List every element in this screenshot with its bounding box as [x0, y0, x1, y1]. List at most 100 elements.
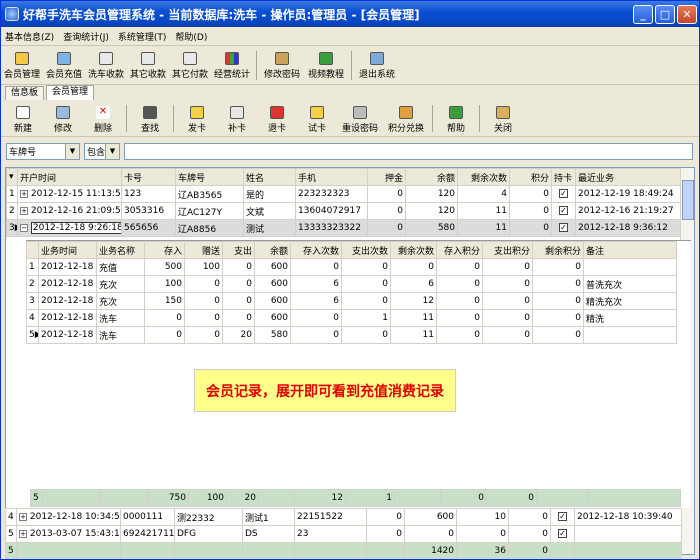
other-expense-button[interactable]: 其它付款 — [169, 47, 211, 84]
column-header[interactable]: 卡号 — [121, 168, 176, 186]
column-header[interactable]: 余额 — [254, 241, 291, 259]
detail-row[interactable]: 3 2012-12-18 9 充次 150 0 0 600 6 0 12 0 0 0 精洗充次 — [26, 292, 677, 310]
detail-row[interactable]: 2 2012-12-18 9 充次 100 0 0 600 6 0 6 0 0 0 普洗充次 — [26, 275, 677, 293]
row-indicator[interactable]: 5 — [5, 525, 17, 543]
row-indicator[interactable]: 1 — [6, 185, 18, 203]
holding-checkbox[interactable]: ✓ — [559, 189, 568, 198]
table-row[interactable]: 2 + 2012-12-16 21:09:56 3053316 辽AC127Y … — [6, 202, 683, 220]
table-row[interactable]: 5 + 2013-03-07 15:43:13 69242171107S DFG… — [5, 525, 682, 543]
find-button[interactable]: 查找 — [130, 101, 170, 136]
column-header[interactable]: 业务时间 — [38, 241, 97, 259]
scroll-thumb[interactable] — [682, 180, 694, 220]
column-header[interactable]: 支出 — [222, 241, 255, 259]
change-password-button[interactable]: 修改密码 — [260, 47, 304, 84]
return-card-button[interactable]: 退卡 — [257, 101, 297, 136]
row-indicator[interactable]: 4 — [5, 508, 17, 526]
close-door-icon — [496, 106, 510, 119]
table-row[interactable]: 1 + 2012-12-15 11:13:56 123 辽AB3565 是的 2… — [6, 185, 683, 203]
video-tutorial-button[interactable]: 视频教程 — [304, 47, 348, 84]
business-stats-button[interactable]: 经营统计 — [211, 47, 253, 84]
filter-op-select[interactable]: 包含 ▼ — [84, 142, 120, 160]
column-header[interactable]: 押金 — [367, 168, 406, 186]
points-redeem-button[interactable]: 积分兑换 — [383, 101, 429, 136]
delete-button[interactable]: ✕ 删除 — [83, 101, 123, 136]
card-test-icon — [310, 106, 324, 119]
member-recharge-button[interactable]: 会员充值 — [43, 47, 85, 84]
expand-icon[interactable]: + — [20, 189, 28, 198]
wash-payment-button[interactable]: 洗车收款 — [85, 47, 127, 84]
column-header[interactable]: 剩余积分 — [532, 241, 584, 259]
menu-basic-info[interactable]: 基本信息(Z) — [5, 30, 54, 43]
chevron-down-icon[interactable]: ▼ — [65, 143, 79, 159]
new-document-icon — [16, 106, 30, 119]
column-header[interactable]: 存入积分 — [436, 241, 483, 259]
edit-button[interactable]: 修改 — [43, 101, 83, 136]
chevron-down-icon[interactable]: ▼ — [105, 143, 119, 159]
maximize-button[interactable]: □ — [655, 4, 675, 24]
new-button[interactable]: 新建 — [3, 101, 43, 136]
holding-checkbox[interactable]: ✓ — [558, 529, 567, 538]
issue-card-button[interactable]: 发卡 — [177, 101, 217, 136]
transaction-table: 业务时间 业务名称 存入 赠送 支出 余额 存入次数 支出次数 剩余次数 存入积… — [26, 241, 677, 344]
menu-query-stats[interactable]: 查询统计(J) — [63, 30, 109, 43]
tab-bar: 信息板 会员管理 — [1, 85, 699, 100]
row-indicator[interactable]: 3▶ — [6, 219, 18, 237]
annotation-callout: 会员记录，展开即可看到充值消费记录 — [194, 369, 456, 412]
filter-field-select[interactable]: 车牌号 ▼ — [6, 142, 80, 160]
card-issue-icon — [190, 106, 204, 119]
minimize-button[interactable]: _ — [633, 4, 653, 24]
menu-system[interactable]: 系统管理(T) — [118, 30, 167, 43]
detail-row[interactable]: 5▶2012-12-18 9洗车00205800011000 — [26, 326, 677, 344]
column-header[interactable]: 积分 — [509, 168, 552, 186]
exit-system-button[interactable]: 退出系统 — [355, 47, 399, 84]
close-button[interactable]: ✕ — [677, 4, 697, 24]
detail-row[interactable]: 4 2012-12-18 9 洗车 0 0 0 600 0 1 11 0 0 0 精洗 — [26, 309, 677, 327]
expand-icon[interactable]: + — [19, 529, 27, 538]
chart-icon — [225, 52, 239, 65]
holding-checkbox[interactable]: ✓ — [558, 512, 567, 521]
expand-icon[interactable]: + — [20, 206, 28, 215]
member-manage-button[interactable]: 会员管理 — [1, 47, 43, 84]
column-header[interactable]: 剩余次数 — [457, 168, 510, 186]
member-toolbar: 新建 修改 ✕ 删除 查找 发卡 补卡 退卡 试卡 重设密码 积分兑换 帮助 关闭 — [1, 101, 699, 137]
tab-member-manage[interactable]: 会员管理 — [46, 85, 95, 100]
column-header[interactable]: 姓名 — [243, 168, 296, 186]
row-indicator[interactable]: 2 — [6, 202, 18, 220]
column-header[interactable]: 支出积分 — [482, 241, 533, 259]
menu-help[interactable]: 帮助(D) — [175, 30, 207, 43]
column-header[interactable]: 支出次数 — [341, 241, 391, 259]
column-header[interactable]: 开户时间 — [17, 168, 122, 186]
expand-icon[interactable]: + — [19, 512, 27, 521]
gift-icon — [399, 106, 413, 119]
column-header[interactable]: 存入次数 — [290, 241, 342, 259]
summary-row: 5 1420 36 0 — [5, 542, 682, 559]
column-header[interactable]: 车牌号 — [175, 168, 244, 186]
income-icon — [141, 52, 155, 65]
holding-checkbox[interactable]: ✓ — [559, 223, 568, 232]
header-sort-icon[interactable]: ▾ — [6, 168, 18, 186]
table-row-selected[interactable]: 3▶ − 2012-12-18 9:26:18 565656 辽A8856 测试… — [6, 219, 683, 237]
column-header[interactable]: 剩余次数 — [390, 241, 437, 259]
column-header[interactable]: 赠送 — [184, 241, 223, 259]
column-header[interactable]: 余额 — [405, 168, 458, 186]
toolbar-separator — [479, 105, 480, 132]
column-header[interactable]: 手机 — [295, 168, 368, 186]
holding-checkbox[interactable]: ✓ — [559, 206, 568, 215]
column-header[interactable]: 最近业务 — [575, 168, 683, 186]
detail-row[interactable]: 1 2012-12-18 9 充值 500 100 0 600 0 0 0 0 0 0 — [26, 258, 677, 276]
help-button[interactable]: 帮助 — [436, 101, 476, 136]
replace-card-button[interactable]: 补卡 — [217, 101, 257, 136]
column-header[interactable]: 备注 — [583, 241, 677, 259]
recharge-icon — [57, 52, 71, 65]
column-header[interactable]: 存入 — [144, 241, 185, 259]
other-income-button[interactable]: 其它收款 — [127, 47, 169, 84]
filter-value-input[interactable] — [124, 142, 693, 160]
tab-info-board[interactable]: 信息板 — [5, 86, 45, 100]
collapse-icon[interactable]: − — [20, 223, 28, 232]
table-row[interactable]: 4 + 2012-12-18 10:34:56 0000111 测22332 测… — [5, 508, 682, 526]
column-header[interactable]: 持卡 — [551, 168, 576, 186]
reset-password-button[interactable]: 重设密码 — [337, 101, 383, 136]
column-header[interactable]: 业务名称 — [96, 241, 145, 259]
close-tab-button[interactable]: 关闭 — [483, 101, 523, 136]
test-card-button[interactable]: 试卡 — [297, 101, 337, 136]
